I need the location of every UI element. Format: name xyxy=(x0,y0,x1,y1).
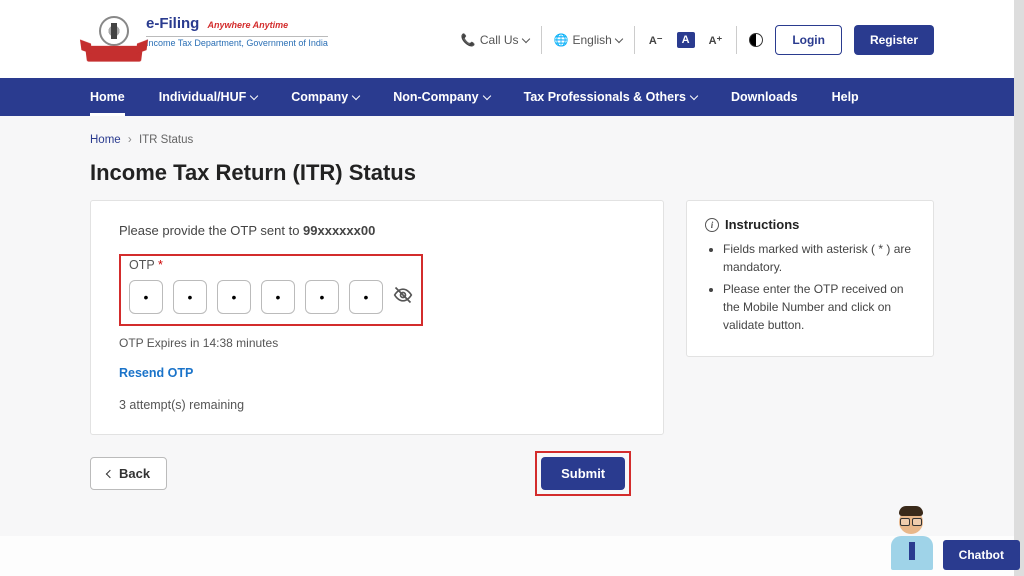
nav-company[interactable]: Company xyxy=(291,78,359,116)
chevron-down-icon xyxy=(690,91,698,99)
register-button[interactable]: Register xyxy=(854,25,934,55)
phone-icon: 📞 xyxy=(461,33,476,47)
login-button[interactable]: Login xyxy=(775,25,842,55)
instruction-item: Please enter the OTP received on the Mob… xyxy=(723,280,915,334)
call-us-dropdown[interactable]: 📞 Call Us xyxy=(461,33,529,47)
nav-taxpro-label: Tax Professionals & Others xyxy=(524,90,686,104)
chevron-down-icon xyxy=(521,34,529,42)
otp-intro: Please provide the OTP sent to 99xxxxxx0… xyxy=(119,223,635,238)
otp-expiry: OTP Expires in 14:38 minutes xyxy=(119,336,635,350)
required-asterisk: * xyxy=(158,258,163,272)
font-increase[interactable]: A⁺ xyxy=(707,32,725,49)
brand-tagline: Anywhere Anytime xyxy=(208,20,289,30)
chevron-down-icon xyxy=(482,91,490,99)
divider xyxy=(541,26,542,54)
font-normal[interactable]: A xyxy=(677,32,695,48)
brand-logo: e-Filing Anywhere Anytime Income Tax Dep… xyxy=(90,16,328,64)
brand-subtitle: Income Tax Department, Government of Ind… xyxy=(146,39,328,49)
otp-digit-5[interactable] xyxy=(305,280,339,314)
otp-attempts: 3 attempt(s) remaining xyxy=(119,398,635,412)
divider xyxy=(634,26,635,54)
back-label: Back xyxy=(119,466,150,481)
otp-highlight: OTP * xyxy=(119,254,423,326)
otp-intro-text: Please provide the OTP sent to xyxy=(119,223,303,238)
submit-button[interactable]: Submit xyxy=(541,457,625,490)
nav-noncompany-label: Non-Company xyxy=(393,90,478,104)
chevron-down-icon xyxy=(250,91,258,99)
nav-home[interactable]: Home xyxy=(90,78,125,116)
otp-digit-1[interactable] xyxy=(129,280,163,314)
breadcrumb: Home › ITR Status xyxy=(90,128,934,160)
resend-otp-link[interactable]: Resend OTP xyxy=(119,366,635,380)
nav-individual[interactable]: Individual/HUF xyxy=(159,78,258,116)
otp-card: Please provide the OTP sent to 99xxxxxx0… xyxy=(90,200,664,435)
otp-digit-2[interactable] xyxy=(173,280,207,314)
chatbot-button[interactable]: Chatbot xyxy=(943,540,1020,570)
submit-highlight: Submit xyxy=(535,451,631,496)
emblem-icon xyxy=(90,16,138,64)
instructions-card: i Instructions Fields marked with asteri… xyxy=(686,200,934,357)
chevron-down-icon xyxy=(615,34,623,42)
globe-icon: 🌐 xyxy=(554,33,569,47)
scrollbar-track[interactable] xyxy=(1014,0,1024,576)
instructions-title: Instructions xyxy=(725,217,799,232)
back-button[interactable]: Back xyxy=(90,457,167,490)
font-decrease[interactable]: A⁻ xyxy=(647,32,665,49)
chatbot-avatar-icon[interactable] xyxy=(887,504,937,570)
nav-noncompany[interactable]: Non-Company xyxy=(393,78,489,116)
brand-main: e-Filing xyxy=(146,15,199,32)
breadcrumb-current: ITR Status xyxy=(139,134,193,146)
nav-downloads[interactable]: Downloads xyxy=(731,78,798,116)
chevron-left-icon xyxy=(106,469,114,477)
language-dropdown[interactable]: 🌐 English xyxy=(554,33,622,47)
site-header: e-Filing Anywhere Anytime Income Tax Dep… xyxy=(0,0,1024,78)
call-us-label: Call Us xyxy=(480,33,519,47)
otp-digit-3[interactable] xyxy=(217,280,251,314)
nav-help[interactable]: Help xyxy=(832,78,859,116)
nav-taxpro[interactable]: Tax Professionals & Others xyxy=(524,78,697,116)
nav-individual-label: Individual/HUF xyxy=(159,90,247,104)
page-title: Income Tax Return (ITR) Status xyxy=(90,160,934,186)
chevron-down-icon xyxy=(352,91,360,99)
breadcrumb-home[interactable]: Home xyxy=(90,134,121,146)
otp-digit-4[interactable] xyxy=(261,280,295,314)
nav-company-label: Company xyxy=(291,90,348,104)
toggle-visibility-icon[interactable] xyxy=(393,285,413,310)
contrast-toggle-icon[interactable] xyxy=(749,33,763,47)
otp-digit-6[interactable] xyxy=(349,280,383,314)
main-nav: Home Individual/HUF Company Non-Company … xyxy=(0,78,1024,116)
otp-label: OTP xyxy=(129,258,154,272)
otp-mobile: 99xxxxxx00 xyxy=(303,223,375,238)
instruction-item: Fields marked with asterisk ( * ) are ma… xyxy=(723,240,915,276)
divider xyxy=(736,26,737,54)
language-label: English xyxy=(573,33,612,47)
info-icon: i xyxy=(705,218,719,232)
